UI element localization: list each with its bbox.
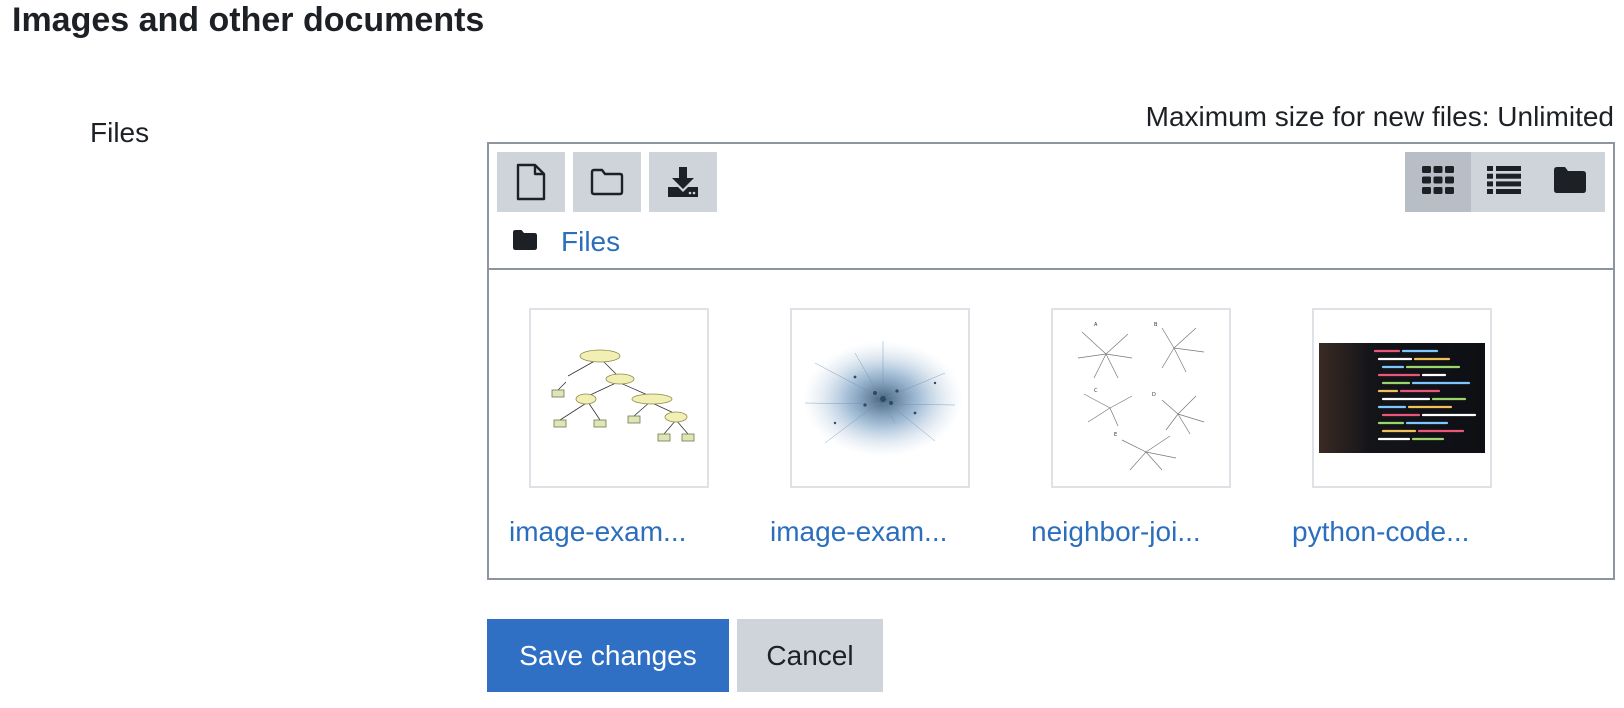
- file-thumbnail: [1312, 308, 1492, 488]
- save-changes-button[interactable]: Save changes: [487, 619, 729, 692]
- download-all-button[interactable]: [649, 152, 717, 212]
- section-title: Images and other documents: [12, 1, 485, 39]
- file-icon: [515, 163, 547, 201]
- svg-text:C: C: [1094, 388, 1098, 394]
- grid-view-icon: [1422, 165, 1454, 199]
- download-icon: [666, 166, 700, 198]
- add-file-button[interactable]: [497, 152, 565, 212]
- file-manager: Files image-exam... image-exam... A B C …: [487, 142, 1615, 580]
- tree-view-button[interactable]: [1537, 152, 1603, 212]
- svg-text:B: B: [1154, 322, 1158, 328]
- svg-text:D: D: [1152, 392, 1156, 398]
- max-size-note: Maximum size for new files: Unlimited: [1145, 101, 1614, 132]
- folder-icon: [513, 229, 537, 255]
- file-thumbnail: [790, 308, 970, 488]
- svg-text:A: A: [1094, 322, 1098, 328]
- file-name[interactable]: neighbor-joi...: [1031, 516, 1241, 548]
- file-manager-toolbar: Files: [489, 144, 1613, 270]
- svg-text:E: E: [1114, 432, 1117, 438]
- file-thumbnail: A B C D E: [1051, 308, 1231, 488]
- page: Images and other documents Files Maximum…: [0, 0, 1624, 708]
- breadcrumb: Files: [513, 222, 620, 262]
- file-name[interactable]: python-code...: [1292, 516, 1502, 548]
- file-thumbnail: [529, 308, 709, 488]
- grid-view-button[interactable]: [1405, 152, 1471, 212]
- create-folder-button[interactable]: [573, 152, 641, 212]
- folder-icon: [590, 168, 624, 196]
- files-field-label: Files: [90, 117, 150, 148]
- cancel-button[interactable]: Cancel: [737, 619, 883, 692]
- list-view-button[interactable]: [1471, 152, 1537, 212]
- file-name[interactable]: image-exam...: [770, 516, 980, 548]
- file-list: image-exam... image-exam... A B C D E ne…: [489, 268, 1613, 578]
- list-view-icon: [1487, 165, 1521, 199]
- file-name[interactable]: image-exam...: [509, 516, 719, 548]
- view-mode-group: [1405, 152, 1605, 212]
- breadcrumb-files-link[interactable]: Files: [561, 226, 620, 258]
- tree-view-folder-icon: [1554, 166, 1586, 198]
